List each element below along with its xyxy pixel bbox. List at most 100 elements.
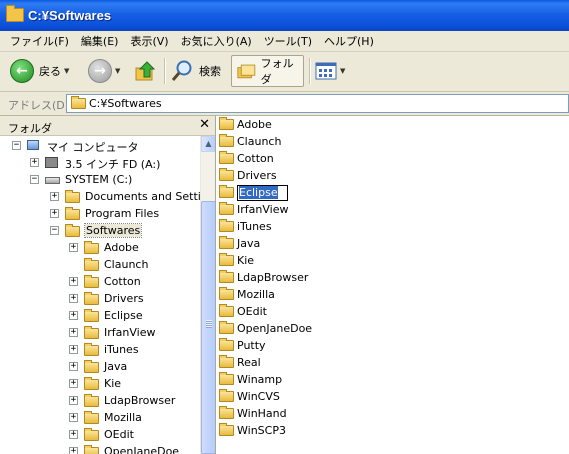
list-item[interactable]: Mozilla bbox=[219, 286, 275, 303]
collapse-icon[interactable]: − bbox=[50, 226, 59, 235]
title-bar[interactable]: C:¥Softwares bbox=[0, 0, 569, 31]
folders-pane: フォルダ ✕ − マイ コンピュータ +3.5 インチ FD (A:) − SYSTEM… bbox=[0, 116, 216, 454]
close-icon[interactable]: ✕ bbox=[199, 117, 210, 132]
list-item[interactable]: IrfanView bbox=[219, 201, 288, 218]
list-item[interactable]: LdapBrowser bbox=[219, 269, 308, 286]
tree-node[interactable]: + Kie bbox=[0, 375, 200, 392]
list-item[interactable]: Real bbox=[219, 354, 261, 371]
forward-dropdown-icon[interactable]: ▼ bbox=[115, 67, 120, 75]
list-item-label: Putty bbox=[237, 339, 266, 352]
list-item[interactable]: Cotton bbox=[219, 150, 274, 167]
tree-node[interactable]: − マイ コンピュータ bbox=[0, 137, 200, 154]
list-item[interactable]: Winamp bbox=[219, 371, 282, 388]
tree-node[interactable]: Claunch bbox=[0, 256, 200, 273]
search-button[interactable]: 検索 bbox=[170, 57, 221, 85]
folder-icon bbox=[219, 321, 234, 334]
menu-edit[interactable]: 編集(E) bbox=[75, 33, 125, 49]
tree-node[interactable]: + OEdit bbox=[0, 426, 200, 443]
folder-icon bbox=[71, 96, 86, 109]
menu-file[interactable]: ファイル(F) bbox=[4, 33, 75, 49]
views-button[interactable]: ▼ bbox=[315, 57, 345, 85]
expand-icon[interactable]: + bbox=[69, 328, 78, 337]
folder-icon bbox=[219, 219, 234, 232]
expand-icon[interactable]: + bbox=[50, 192, 59, 201]
address-value[interactable]: C:¥Softwares bbox=[89, 97, 162, 110]
expand-icon[interactable]: + bbox=[30, 158, 39, 167]
forward-arrow-icon: → bbox=[88, 59, 112, 83]
menu-favorites[interactable]: お気に入り(A) bbox=[175, 33, 258, 49]
tree-node[interactable]: − Softwares bbox=[0, 222, 200, 239]
tree-node[interactable]: − SYSTEM (C:) bbox=[0, 171, 200, 188]
list-item[interactable]: Adobe bbox=[219, 116, 272, 133]
list-item[interactable]: WinCVS bbox=[219, 388, 280, 405]
folder-icon bbox=[65, 207, 80, 220]
folder-icon bbox=[219, 304, 234, 317]
collapse-icon[interactable]: − bbox=[30, 175, 39, 184]
tree-node[interactable]: + Cotton bbox=[0, 273, 200, 290]
scroll-up-button[interactable]: ▲ bbox=[201, 136, 215, 152]
tree-node[interactable]: + Eclipse bbox=[0, 307, 200, 324]
folder-icon bbox=[6, 5, 24, 22]
folder-icon bbox=[219, 236, 234, 249]
expand-icon[interactable]: + bbox=[69, 294, 78, 303]
list-item-label: Cotton bbox=[237, 152, 274, 165]
back-button[interactable]: ← 戻る ▼ bbox=[10, 57, 69, 85]
list-item[interactable]: OpenJaneDoe bbox=[219, 320, 312, 337]
list-item[interactable]: Claunch bbox=[219, 133, 281, 150]
list-item[interactable]: iTunes bbox=[219, 218, 272, 235]
forward-button[interactable]: → ▼ bbox=[88, 57, 120, 85]
expand-icon[interactable]: + bbox=[69, 362, 78, 371]
tree-node[interactable]: +3.5 インチ FD (A:) bbox=[0, 154, 200, 171]
tree-node[interactable]: + IrfanView bbox=[0, 324, 200, 341]
scrollbar[interactable]: ▲ bbox=[200, 136, 215, 454]
tree-node-label: OpenJaneDoe bbox=[104, 445, 180, 454]
tree-node[interactable]: + Drivers bbox=[0, 290, 200, 307]
list-item[interactable]: Putty bbox=[219, 337, 266, 354]
list-item[interactable]: WinHand bbox=[219, 405, 287, 422]
menu-help[interactable]: ヘルプ(H) bbox=[318, 33, 380, 49]
list-item[interactable]: Kie bbox=[219, 252, 254, 269]
folders-button[interactable]: フォルダ bbox=[231, 55, 304, 87]
expand-icon[interactable]: + bbox=[69, 396, 78, 405]
expand-icon[interactable]: + bbox=[69, 447, 78, 454]
list-item[interactable]: WinSCP3 bbox=[219, 422, 286, 439]
list-item-label: OpenJaneDoe bbox=[237, 322, 313, 335]
expand-icon[interactable]: + bbox=[50, 209, 59, 218]
expand-icon[interactable]: + bbox=[69, 430, 78, 439]
tree-node[interactable]: + OpenJaneDoe bbox=[0, 443, 200, 454]
list-item[interactable]: Drivers bbox=[219, 167, 277, 184]
list-item-label: LdapBrowser bbox=[237, 271, 309, 284]
menu-tools[interactable]: ツール(T) bbox=[258, 33, 318, 49]
hard-drive-icon bbox=[45, 177, 60, 184]
expand-icon[interactable]: + bbox=[69, 379, 78, 388]
list-item[interactable]: Java bbox=[219, 235, 260, 252]
tree-node-label: Drivers bbox=[104, 292, 144, 305]
rename-field[interactable]: Eclipse bbox=[237, 184, 288, 201]
tree-node[interactable]: + Documents and Settin bbox=[0, 188, 200, 205]
expand-icon[interactable]: + bbox=[69, 345, 78, 354]
list-item[interactable]: Eclipse bbox=[219, 184, 288, 201]
collapse-icon[interactable]: − bbox=[12, 141, 21, 150]
tree-node-label: Program Files bbox=[85, 207, 160, 220]
grip-icon bbox=[206, 320, 212, 328]
tree-node[interactable]: + iTunes bbox=[0, 341, 200, 358]
expand-icon[interactable]: + bbox=[69, 311, 78, 320]
folder-icon bbox=[219, 151, 234, 164]
tree-node[interactable]: + Mozilla bbox=[0, 409, 200, 426]
address-field[interactable]: C:¥Softwares bbox=[66, 94, 569, 113]
expand-icon[interactable]: + bbox=[69, 413, 78, 422]
scroll-thumb[interactable] bbox=[201, 201, 215, 454]
folders-label: フォルダ bbox=[260, 57, 294, 86]
back-dropdown-icon[interactable]: ▼ bbox=[64, 67, 69, 75]
tree-node[interactable]: + Adobe bbox=[0, 239, 200, 256]
expand-icon[interactable]: + bbox=[69, 243, 78, 252]
tree-node[interactable]: + LdapBrowser bbox=[0, 392, 200, 409]
views-grid-icon bbox=[315, 62, 337, 80]
tree-node[interactable]: + Java bbox=[0, 358, 200, 375]
tree-node[interactable]: + Program Files bbox=[0, 205, 200, 222]
list-item[interactable]: OEdit bbox=[219, 303, 267, 320]
menu-view[interactable]: 表示(V) bbox=[124, 33, 174, 49]
views-dropdown-icon[interactable]: ▼ bbox=[340, 67, 345, 75]
expand-icon[interactable]: + bbox=[69, 277, 78, 286]
up-button[interactable] bbox=[134, 57, 158, 85]
